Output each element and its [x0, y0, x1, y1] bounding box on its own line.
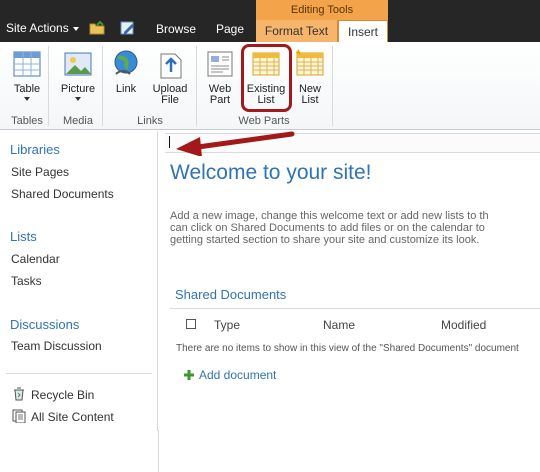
group-label-links: Links	[137, 115, 163, 127]
group-separator	[332, 46, 333, 126]
empty-list-message: There are no items to show in this view …	[176, 343, 519, 354]
nav-heading-discussions[interactable]: Discussions	[10, 317, 79, 332]
nav-item-all-site-content[interactable]: All Site Content	[31, 410, 114, 424]
welcome-text-line: Add a new image, change this welcome tex…	[170, 210, 489, 222]
editing-tools-group-label: Editing Tools	[256, 0, 388, 20]
column-header-name[interactable]: Name	[323, 318, 355, 332]
upload-file-icon	[160, 53, 182, 79]
table-label: Table	[13, 83, 41, 95]
edit-page-icon[interactable]	[120, 21, 136, 35]
picture-icon	[64, 52, 92, 76]
site-actions-menu[interactable]: Site Actions	[6, 21, 79, 35]
web-part-label-line2: Part	[209, 94, 231, 106]
nav-item-tasks[interactable]: Tasks	[11, 274, 42, 288]
nav-item-shared-documents[interactable]: Shared Documents	[11, 187, 114, 201]
tab-browse[interactable]: Browse	[156, 22, 196, 36]
upload-file-button[interactable]: Upload File	[150, 48, 190, 106]
select-all-checkbox[interactable]	[186, 319, 196, 329]
new-list-button[interactable]: New List	[294, 48, 326, 106]
group-label-media: Media	[63, 115, 93, 127]
add-document-link[interactable]: Add document	[184, 368, 277, 382]
add-document-label: Add document	[199, 368, 277, 382]
nav-border	[158, 430, 159, 472]
link-label: Link	[115, 83, 137, 95]
list-view-divider	[170, 308, 540, 309]
tab-page[interactable]: Page	[216, 22, 244, 36]
web-part-icon	[207, 51, 233, 77]
picture-label: Picture	[60, 83, 96, 95]
chevron-down-icon	[24, 97, 30, 101]
column-header-modified[interactable]: Modified	[441, 318, 486, 332]
nav-item-recycle-bin[interactable]: Recycle Bin	[31, 388, 94, 402]
new-list-icon	[295, 49, 324, 76]
shared-documents-webpart-title[interactable]: Shared Documents	[175, 287, 286, 302]
nav-item-calendar[interactable]: Calendar	[11, 252, 60, 266]
all-site-content-icon	[12, 409, 26, 423]
chevron-down-icon	[72, 26, 79, 31]
new-list-label-line2: List	[301, 94, 319, 106]
group-separator	[102, 46, 103, 126]
nav-item-site-pages[interactable]: Site Pages	[11, 165, 69, 179]
navigate-up-folder-icon[interactable]	[89, 21, 105, 35]
group-label-web-parts: Web Parts	[238, 115, 290, 127]
column-header-type[interactable]: Type	[214, 318, 240, 332]
group-separator	[48, 46, 49, 126]
upload-label-line2: File	[161, 94, 179, 106]
link-button[interactable]: Link	[110, 48, 142, 95]
link-globe-icon	[114, 50, 138, 75]
annotation-highlight-box	[241, 44, 292, 112]
welcome-text-line: getting started section to share your si…	[170, 234, 480, 246]
web-part-button[interactable]: Web Part	[202, 48, 238, 106]
table-icon	[13, 51, 41, 77]
nav-item-team-discussion[interactable]: Team Discussion	[11, 339, 102, 353]
group-label-tables: Tables	[11, 115, 43, 127]
page-title: Welcome to your site!	[170, 161, 372, 184]
table-button[interactable]: Table	[8, 48, 46, 101]
nav-heading-lists[interactable]: Lists	[10, 229, 37, 244]
quick-launch: Libraries Site Pages Shared Documents Li…	[0, 131, 158, 431]
tab-format-text[interactable]: Format Text	[256, 20, 338, 42]
chevron-down-icon	[75, 97, 81, 101]
nav-divider	[6, 373, 152, 374]
welcome-text: Add a new image, change this welcome tex…	[170, 210, 540, 246]
nav-heading-libraries[interactable]: Libraries	[10, 142, 60, 157]
picture-button[interactable]: Picture	[58, 48, 98, 101]
group-separator	[196, 46, 197, 126]
tab-insert[interactable]: Insert	[338, 20, 388, 43]
recycle-bin-icon	[14, 387, 24, 401]
site-actions-label: Site Actions	[6, 21, 69, 35]
annotation-arrow	[176, 131, 295, 156]
welcome-text-line: can click on Shared Documents to add fil…	[170, 222, 485, 234]
add-plus-icon	[184, 370, 194, 380]
